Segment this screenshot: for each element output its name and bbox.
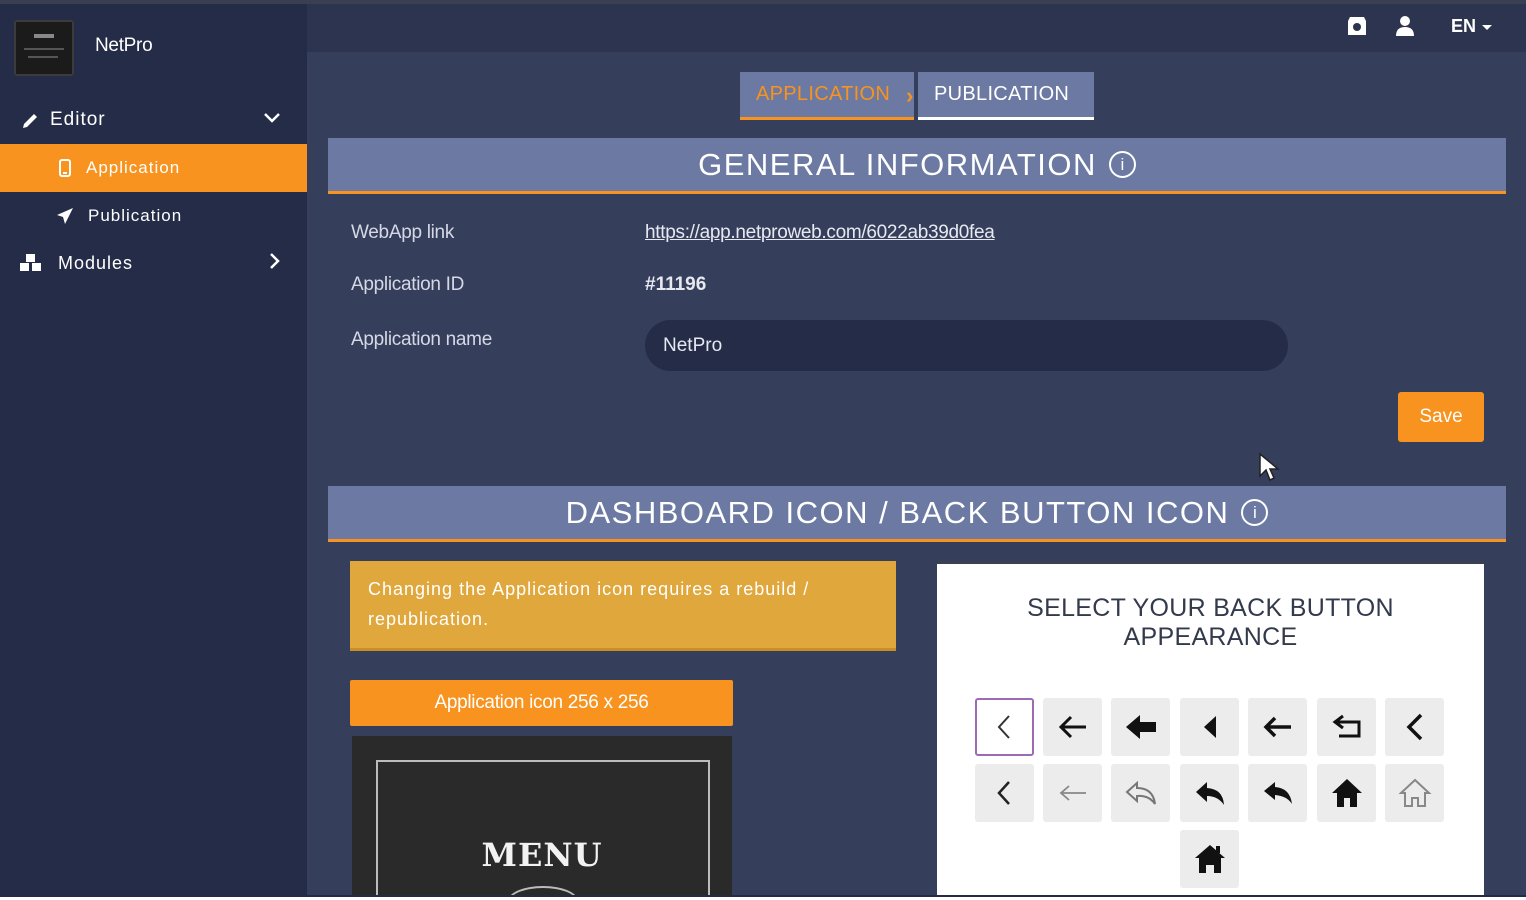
info-icon[interactable]: i <box>1241 499 1269 526</box>
sidebar-item-application[interactable]: Application <box>0 144 307 192</box>
sidebar-item-label: Publication <box>88 206 183 225</box>
back-option-reply-outline[interactable] <box>1111 764 1170 822</box>
preview-menu-text: MENU <box>481 836 603 874</box>
webapp-link[interactable]: https://app.netproweb.com/6022ab39d0fea <box>645 222 995 244</box>
general-information-header: GENERAL INFORMATION i <box>328 138 1506 194</box>
chevron-right-icon <box>267 252 281 275</box>
back-option-reply-alt[interactable] <box>1248 764 1307 822</box>
title-line: SELECT YOUR BACK BUTTON <box>1027 594 1394 622</box>
paper-plane-icon <box>52 205 78 227</box>
sidebar-item-editor[interactable]: Editor <box>0 97 307 143</box>
caret-left-icon <box>1203 716 1216 738</box>
preview-frame <box>376 760 710 896</box>
app-logo <box>14 20 74 76</box>
language-label: EN <box>1451 16 1477 36</box>
mobile-icon <box>52 157 78 179</box>
reply-icon <box>1195 782 1224 805</box>
brand-name: NetPro <box>95 35 153 56</box>
step-tabs: APPLICATION › PUBLICATION <box>740 72 1094 122</box>
application-icon-upload-button[interactable]: Application icon 256 x 256 <box>350 680 733 726</box>
pencil-icon <box>18 109 44 131</box>
window-bottom-border <box>0 895 1526 900</box>
back-option-reply[interactable] <box>1180 764 1239 822</box>
sidebar-item-label: Modules <box>58 252 134 273</box>
app-window: NetPro Editor Application Publication Mo… <box>0 4 1526 896</box>
webapp-link-label: WebApp link <box>351 222 455 243</box>
arrow-left-icon <box>1058 715 1086 739</box>
back-option-home[interactable] <box>1317 764 1376 822</box>
back-button-selector: SELECT YOUR BACK BUTTON APPEARANCE <box>937 561 1484 896</box>
top-header: EN <box>307 4 1526 52</box>
chevron-left-icon <box>996 781 1010 805</box>
back-option-return[interactable] <box>1317 698 1376 756</box>
sidebar-item-label: Application <box>86 158 181 177</box>
application-name-label: Application name <box>351 329 492 350</box>
back-option-home-filled[interactable] <box>1180 830 1239 888</box>
application-id-label: Application ID <box>351 274 465 295</box>
dashboard-icon-header: DASHBOARD ICON / BACK BUTTON ICON i <box>328 486 1506 542</box>
chevron-left-icon <box>1406 713 1422 741</box>
window-top-border <box>0 0 1526 4</box>
sidebar-item-modules[interactable]: Modules <box>0 240 307 286</box>
brand: NetPro <box>0 4 307 96</box>
chevron-down-icon <box>263 109 281 130</box>
tab-label: PUBLICATION <box>934 83 1070 105</box>
arrow-left-icon <box>1263 716 1291 738</box>
home-icon <box>1194 845 1225 873</box>
arrow-left-bold-icon <box>1125 715 1156 739</box>
reply-icon <box>1263 782 1292 804</box>
language-selector[interactable]: EN <box>1451 16 1493 37</box>
chevron-left-icon <box>997 715 1010 739</box>
back-button-title: SELECT YOUR BACK BUTTON APPEARANCE <box>937 594 1484 652</box>
tab-label: APPLICATION <box>756 83 891 105</box>
cubes-icon <box>18 252 44 274</box>
sidebar-item-publication[interactable]: Publication <box>0 193 307 239</box>
application-id-value: #11196 <box>645 274 707 295</box>
tab-application[interactable]: APPLICATION › <box>740 72 914 120</box>
section-title: DASHBOARD ICON / BACK BUTTON ICON <box>565 494 1230 530</box>
application-icon-preview[interactable]: MENU <box>352 736 732 896</box>
back-option-arrow-bold[interactable] <box>1111 698 1170 756</box>
application-name-input[interactable] <box>645 320 1288 371</box>
section-title: GENERAL INFORMATION <box>698 146 1097 182</box>
rebuild-notice: Changing the Application icon requires a… <box>350 561 896 651</box>
sidebar-item-label: Editor <box>50 109 106 130</box>
back-option-home-outline[interactable] <box>1385 764 1444 822</box>
mouse-cursor-icon <box>1258 452 1281 487</box>
store-icon[interactable] <box>1344 14 1370 38</box>
back-option-arrow-medium[interactable] <box>1248 698 1307 756</box>
save-button[interactable]: Save <box>1398 392 1484 442</box>
sidebar: NetPro Editor Application Publication Mo… <box>0 4 307 896</box>
home-icon <box>1331 779 1362 807</box>
home-outline-icon <box>1397 778 1432 807</box>
tab-publication[interactable]: PUBLICATION <box>918 72 1094 120</box>
info-icon[interactable]: i <box>1108 151 1136 178</box>
back-option-arrow[interactable] <box>1043 698 1102 756</box>
back-option-chevron-light[interactable] <box>975 764 1034 822</box>
chevron-right-icon: › <box>906 83 914 108</box>
back-option-chevron-bold[interactable] <box>1385 698 1444 756</box>
caret-down-icon <box>1481 16 1493 36</box>
title-line: APPEARANCE <box>1123 623 1298 651</box>
reply-outline-icon <box>1125 780 1156 805</box>
arrow-left-thin-icon <box>1059 785 1086 801</box>
back-option-arrow-thin[interactable] <box>1043 764 1102 822</box>
back-option-triangle[interactable] <box>1180 698 1239 756</box>
back-option-chevron-thin[interactable] <box>975 698 1034 756</box>
user-icon[interactable] <box>1392 14 1418 38</box>
return-icon <box>1332 714 1360 738</box>
